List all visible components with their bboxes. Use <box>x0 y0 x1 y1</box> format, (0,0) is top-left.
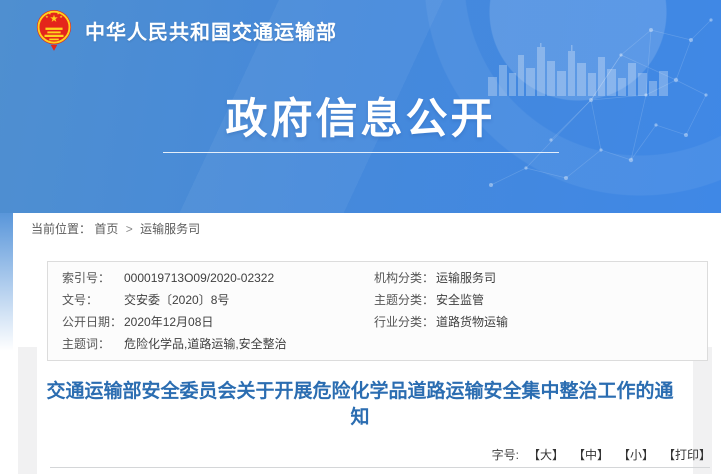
content-divider <box>50 467 710 468</box>
document-meta-table: 索引号： 000019713O09/2020-02322 机构分类： 运输服务司… <box>47 261 708 361</box>
meta-label-keywords: 主题词： <box>62 333 124 355</box>
document-title: 交通运输部安全委员会关于开展危险化学品道路运输安全集中整治工作的通知 <box>40 379 680 431</box>
table-row: 公开日期： 2020年12月08日 行业分类： 道路货物运输 <box>48 311 707 333</box>
left-gradient-strip <box>0 213 13 351</box>
meta-label-docno: 文号： <box>62 289 124 311</box>
breadcrumb-separator: > <box>126 222 133 236</box>
font-size-label: 字号: <box>492 446 519 463</box>
meta-value-org: 运输服务司 <box>436 267 707 289</box>
font-size-medium-button[interactable]: 【中】 <box>573 446 609 463</box>
meta-label-date: 公开日期： <box>62 311 124 333</box>
meta-label-topic: 主题分类： <box>374 289 436 311</box>
page: 中华人民共和国交通运输部 <box>0 0 721 474</box>
meta-label-index: 索引号： <box>62 267 124 289</box>
breadcrumb: 当前位置： 首页 > 运输服务司 <box>31 220 200 237</box>
meta-value-index: 000019713O09/2020-02322 <box>124 267 374 289</box>
print-button[interactable]: 【打印】 <box>663 446 711 463</box>
font-size-large-button[interactable]: 【大】 <box>528 446 564 463</box>
table-row: 文号： 交安委〔2020〕8号 主题分类： 安全监管 <box>48 289 707 311</box>
meta-value-date: 2020年12月08日 <box>124 311 374 333</box>
table-row: 索引号： 000019713O09/2020-02322 机构分类： 运输服务司 <box>48 267 707 289</box>
meta-value-topic: 安全监管 <box>436 289 707 311</box>
national-emblem-icon <box>35 7 73 53</box>
gov-home-link[interactable]: 中华人民共和国交通运输部 <box>35 7 337 53</box>
meta-value-docno: 交安委〔2020〕8号 <box>124 289 374 311</box>
meta-value-industry: 道路货物运输 <box>436 311 707 333</box>
table-row: 主题词： 危险化学品,道路运输,安全整治 <box>48 333 707 355</box>
breadcrumb-home-link[interactable]: 首页 <box>94 222 118 236</box>
side-strip-left <box>18 347 37 474</box>
breadcrumb-label: 当前位置： <box>31 222 91 236</box>
meta-value-keywords: 危险化学品,道路运输,安全整治 <box>124 333 374 355</box>
meta-label-industry: 行业分类： <box>374 311 436 333</box>
page-title: 政府信息公开 <box>0 95 721 143</box>
font-size-small-button[interactable]: 【小】 <box>618 446 654 463</box>
font-size-toolbar: 字号: 【大】 【中】 【小】 【打印】 <box>492 446 711 463</box>
title-underline <box>163 152 559 153</box>
meta-label-org: 机构分类： <box>374 267 436 289</box>
breadcrumb-section-link[interactable]: 运输服务司 <box>140 222 200 236</box>
banner: 中华人民共和国交通运输部 <box>0 0 721 213</box>
site-title: 中华人民共和国交通运输部 <box>85 16 337 45</box>
